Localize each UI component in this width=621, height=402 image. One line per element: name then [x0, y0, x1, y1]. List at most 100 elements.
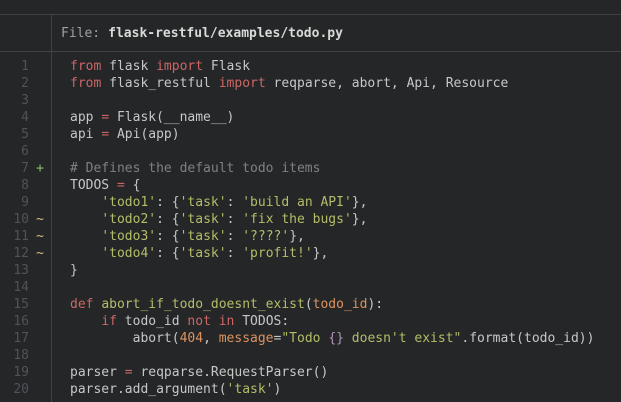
- code-text: [51, 347, 70, 364]
- code-segment: },: [289, 229, 305, 244]
- code-line: 9 'todo1': {'task': 'build an API'},: [0, 194, 621, 211]
- line-number: 2: [0, 75, 29, 92]
- code-segment: : {: [156, 229, 179, 244]
- code-line: 17 abort(404, message="Todo {} doesn't e…: [0, 330, 621, 347]
- diff-marker-none: [29, 279, 51, 296]
- code-line: 15 def abort_if_todo_doesnt_exist(todo_id…: [0, 296, 621, 313]
- code-segment: abort_if_todo_doesnt_exist: [101, 297, 305, 312]
- code-segment: parser: [70, 365, 125, 380]
- code-segment: ):: [367, 297, 383, 312]
- code-text: 'todo1': {'task': 'build an API'},: [51, 194, 367, 211]
- code-segment: 'todo2': [101, 212, 156, 227]
- code-segment: [70, 195, 101, 210]
- diff-marker-none: [29, 364, 51, 381]
- code-segment: ): [274, 382, 282, 397]
- code-segment: .format(todo_id)): [461, 331, 594, 346]
- code-segment: [70, 229, 101, 244]
- code-segment: Flask(__name__): [109, 110, 234, 125]
- code-segment: if: [101, 314, 117, 329]
- code-segment: 'task': [180, 195, 227, 210]
- code-line: 2 from flask_restful import reqparse, abo…: [0, 75, 621, 92]
- code-segment: =: [125, 365, 133, 380]
- code-text: abort(404, message="Todo {} doesn't exis…: [51, 330, 594, 347]
- code-segment: import: [219, 76, 266, 91]
- code-segment: flask: [101, 59, 156, 74]
- code-segment: Flask: [203, 59, 250, 74]
- code-line: 16 if todo_id not in TODOS:: [0, 313, 621, 330]
- code-line: 6: [0, 143, 621, 160]
- code-segment: app: [70, 110, 101, 125]
- code-text: from flask_restful import reqparse, abor…: [51, 75, 508, 92]
- code-segment: :: [227, 246, 243, 261]
- code-text: }: [51, 262, 78, 279]
- diff-marker-none: [29, 177, 51, 194]
- code-text: TODOS = {: [51, 177, 140, 194]
- code-segment: 'todo1': [101, 195, 156, 210]
- line-number: 10: [0, 211, 29, 228]
- code-segment: parser.add_argument(: [70, 382, 227, 397]
- line-number: 9: [0, 194, 29, 211]
- code-segment: : {: [156, 212, 179, 227]
- line-number: 14: [0, 279, 29, 296]
- code-line: 19parser = reqparse.RequestParser(): [0, 364, 621, 381]
- code-segment: TODOS: [70, 178, 117, 193]
- code-segment: 'task': [227, 382, 274, 397]
- code-segment: 'build an API': [242, 195, 352, 210]
- code-segment: # Defines the default todo items: [70, 161, 320, 176]
- code-segment: "Todo: [281, 331, 328, 346]
- code-segment: :: [227, 195, 243, 210]
- code-area: 1 from flask import Flask 2 from flask_rest…: [0, 52, 621, 398]
- file-path: flask-restful/examples/todo.py: [108, 26, 343, 41]
- code-viewer-window: File: flask-restful/examples/todo.py 1 fr…: [0, 0, 621, 402]
- code-text: [51, 143, 70, 160]
- code-text: api = Api(app): [51, 126, 180, 143]
- code-segment: reqparse, abort, Api, Resource: [266, 76, 509, 91]
- code-segment: 'todo3': [101, 229, 156, 244]
- code-line: 13}: [0, 262, 621, 279]
- line-number: 13: [0, 262, 29, 279]
- code-segment: [70, 212, 101, 227]
- code-line: 8TODOS = {: [0, 177, 621, 194]
- code-text: def abort_if_todo_doesnt_exist(todo_id):: [51, 296, 383, 313]
- line-number: 16: [0, 313, 29, 330]
- line-number: 15: [0, 296, 29, 313]
- code-segment: import: [156, 59, 203, 74]
- code-text: parser = reqparse.RequestParser(): [51, 364, 328, 381]
- code-segment: todo_id: [313, 297, 368, 312]
- code-line: 12~ 'todo4': {'task': 'profit!'},: [0, 245, 621, 262]
- code-text: parser.add_argument('task'): [51, 381, 281, 398]
- code-segment: def: [70, 297, 93, 312]
- code-segment: },: [352, 195, 368, 210]
- diff-marker-added: +: [29, 160, 51, 177]
- code-segment: doesn't exist": [344, 331, 461, 346]
- code-segment: ,: [203, 331, 219, 346]
- diff-marker-modified: ~: [29, 211, 51, 228]
- line-number: 1: [0, 58, 29, 75]
- code-line: 1 from flask import Flask: [0, 58, 621, 75]
- diff-marker-none: [29, 109, 51, 126]
- code-segment: [70, 246, 101, 261]
- code-segment: 'todo4': [101, 246, 156, 261]
- code-line: 5 api = Api(app): [0, 126, 621, 143]
- code-text: 'todo4': {'task': 'profit!'},: [51, 245, 328, 262]
- code-segment: :: [227, 212, 243, 227]
- code-text: 'todo3': {'task': '????'},: [51, 228, 305, 245]
- code-segment: : {: [156, 246, 179, 261]
- code-line: 20parser.add_argument('task'): [0, 381, 621, 398]
- code-segment: message: [219, 331, 274, 346]
- code-segment: 'task': [180, 212, 227, 227]
- diff-marker-none: [29, 296, 51, 313]
- file-header: File: flask-restful/examples/todo.py: [0, 14, 621, 52]
- line-number: 5: [0, 126, 29, 143]
- code-segment: {: [125, 178, 141, 193]
- code-segment: TODOS:: [234, 314, 289, 329]
- code-line: 4app = Flask(__name__): [0, 109, 621, 126]
- line-number: 7: [0, 160, 29, 177]
- code-segment: =: [117, 178, 125, 193]
- code-segment: :: [227, 229, 243, 244]
- code-line: 11~ 'todo3': {'task': '????'},: [0, 228, 621, 245]
- code-text: from flask import Flask: [51, 58, 250, 75]
- code-text: app = Flask(__name__): [51, 109, 234, 126]
- code-segment: [70, 314, 101, 329]
- code-segment: (: [305, 297, 313, 312]
